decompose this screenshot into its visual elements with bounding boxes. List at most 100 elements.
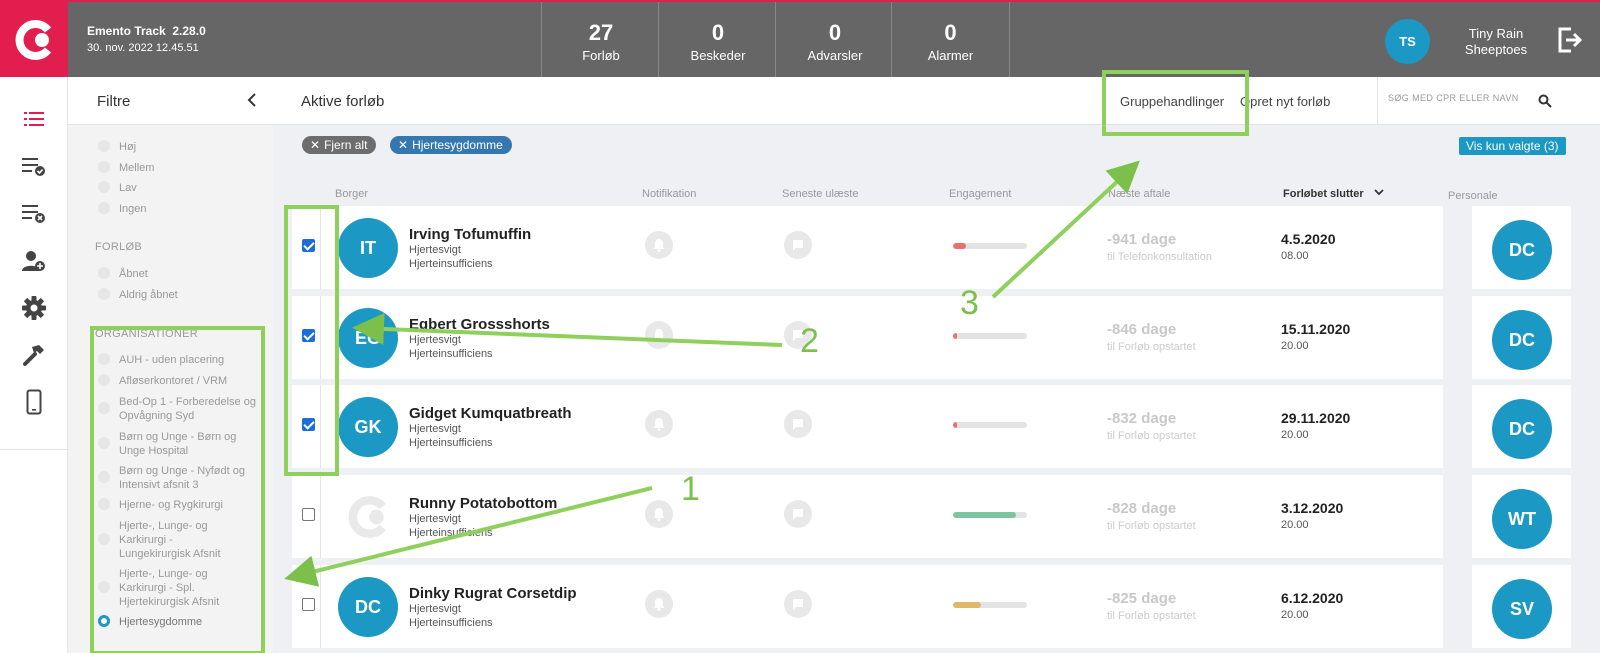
app-version: 2.28.0 [172, 24, 206, 38]
nav-add-user[interactable] [19, 246, 49, 276]
bell-icon [653, 329, 665, 342]
list-check-icon [22, 158, 45, 176]
collapse-filters-button[interactable] [245, 91, 259, 114]
staff-avatar[interactable]: DC [1492, 310, 1552, 370]
next-appointment-days: -846 dage [1107, 321, 1177, 338]
table-row[interactable]: EG Egbert Grossshorts Hjertesvigt Hjerteins… [292, 296, 1443, 379]
patient-name[interactable]: Dinky Rugrat Corsetdip [409, 585, 577, 602]
staff-avatar[interactable]: DC [1492, 220, 1552, 280]
option-label: Afløserkontoret / VRM [119, 375, 228, 387]
close-icon: ✕ [398, 138, 409, 152]
staff-avatar[interactable]: SV [1492, 579, 1552, 639]
logout-icon [1558, 27, 1583, 53]
group-actions-button[interactable]: Gruppehandlinger [1120, 94, 1224, 109]
patient-avatar: IT [338, 218, 398, 278]
sort-chevron-down-icon [1374, 189, 1384, 196]
end-time: 20.00 [1281, 429, 1309, 441]
stat-advarsler[interactable]: 0 Advarsler [775, 2, 894, 77]
option-label: Hjerne- og Rygkirurgi [119, 499, 223, 511]
patient-name[interactable]: Egbert Grossshorts [409, 316, 550, 333]
patient-avatar: GK [338, 397, 398, 457]
chip-remove-all[interactable]: ✕ Fjern alt [302, 136, 377, 154]
row-checkbox[interactable] [302, 239, 315, 252]
list-x-icon [22, 205, 45, 223]
list-icon [24, 112, 44, 126]
end-time: 20.00 [1281, 340, 1309, 352]
patient-name[interactable]: Irving Tofumuffin [409, 226, 531, 243]
stat-alarmer[interactable]: 0 Alarmer [891, 2, 1010, 77]
logout-button[interactable] [1557, 26, 1583, 59]
option-label: Hjerte-, Lunge- og Karkirurgi - Spl. Hje… [119, 568, 220, 608]
column-next-appointment[interactable]: Næste aftale [1108, 188, 1170, 200]
patient-name[interactable]: Gidget Kumquatbreath [409, 405, 572, 422]
stat-forloeb[interactable]: 27 Forløb [541, 2, 660, 77]
option-label: Åbnet [119, 268, 148, 280]
nav-mobile[interactable] [19, 387, 49, 417]
stat-value: 0 [711, 20, 725, 45]
nav-list[interactable] [19, 104, 49, 134]
filter-section-organisations: ORGANISATIONER [95, 328, 199, 340]
nav-tools[interactable] [19, 340, 49, 370]
user-name[interactable]: Tiny Rain Sheeptoes [1450, 26, 1542, 58]
table-row[interactable]: DC Dinky Rugrat Corsetdip Hjertesvigt Hjert… [292, 565, 1443, 648]
nav-settings[interactable] [19, 293, 49, 323]
table-row[interactable]: GK Gidget Kumquatbreath Hjertesvigt Hjertei… [292, 385, 1443, 468]
table-row[interactable]: Runny Potatobottom Hjertesvigt Hjerteinsuf… [292, 475, 1443, 558]
search-button[interactable] [1538, 94, 1552, 113]
patient-avatar: EG [338, 308, 398, 368]
end-time: 08.00 [1281, 250, 1309, 262]
engagement-fill [953, 602, 982, 608]
staff-avatar[interactable]: WT [1492, 489, 1552, 549]
app-logo[interactable] [0, 0, 68, 79]
column-notification[interactable]: Notifikation [642, 188, 696, 200]
patient-condition: Hjerteinsufficiens [409, 258, 493, 270]
column-ends[interactable]: Forløbet slutter [1283, 188, 1385, 200]
row-checkbox[interactable] [302, 508, 315, 521]
option-label: Ingen [119, 203, 147, 215]
show-selected-button[interactable]: Vis kun valgte (3) [1459, 137, 1566, 155]
column-latest-unread[interactable]: Seneste ulæste [782, 188, 858, 200]
chip-label: Fjern alt [324, 138, 368, 152]
engagement-bar [953, 422, 1027, 428]
patient-condition: Hjerteinsufficiens [409, 617, 493, 629]
stat-value: 0 [828, 20, 842, 45]
user-avatar[interactable]: TS [1385, 19, 1430, 64]
engagement-fill [953, 243, 967, 249]
nav-list-closed[interactable] [19, 199, 49, 229]
patient-avatar: DC [338, 577, 398, 637]
end-date: 3.12.2020 [1281, 500, 1344, 516]
notification-indicator [645, 321, 673, 349]
rail-divider [0, 449, 68, 450]
column-engagement[interactable]: Engagement [949, 188, 1011, 200]
row-checkbox[interactable] [302, 418, 315, 431]
staff-avatar[interactable]: DC [1492, 399, 1552, 459]
patient-condition: Hjerteinsufficiens [409, 348, 493, 360]
message-icon [793, 240, 803, 251]
patient-diagnosis: Hjertesvigt [409, 244, 461, 256]
new-course-button[interactable]: Opret nyt forløb [1240, 94, 1330, 109]
patient-name[interactable]: Runny Potatobottom [409, 495, 557, 512]
next-appointment-days: -832 dage [1107, 410, 1177, 427]
table-row[interactable]: IT Irving Tofumuffin Hjertesvigt Hjerteinsu… [292, 206, 1443, 289]
unread-indicator [784, 231, 812, 259]
bell-icon [653, 239, 665, 252]
chip-filter-hjertesygdomme[interactable]: ✕ Hjertesygdomme [390, 136, 512, 154]
filter-header: Filtre [68, 77, 273, 125]
row-checkbox[interactable] [302, 598, 315, 611]
user-name-line2: Sheeptoes [1464, 42, 1528, 57]
stat-beskeder[interactable]: 0 Beskeder [658, 2, 777, 77]
course-list: ✕ Fjern alt ✕ Hjertesygdomme Vis kun valgt… [273, 125, 1600, 653]
radio [98, 140, 110, 152]
column-staff[interactable]: Personale [1448, 190, 1498, 202]
column-citizen[interactable]: Borger [335, 188, 368, 200]
stat-label: Advarsler [807, 48, 863, 63]
hammer-icon [23, 345, 44, 366]
patient-diagnosis: Hjertesvigt [409, 513, 461, 525]
row-checkbox[interactable] [302, 329, 315, 342]
radio [98, 267, 110, 279]
search-input[interactable] [1388, 93, 1538, 103]
nav-list-check[interactable] [19, 152, 49, 182]
patient-diagnosis: Hjertesvigt [409, 603, 461, 615]
radio [98, 288, 110, 300]
next-appointment-days: -825 dage [1107, 590, 1177, 607]
